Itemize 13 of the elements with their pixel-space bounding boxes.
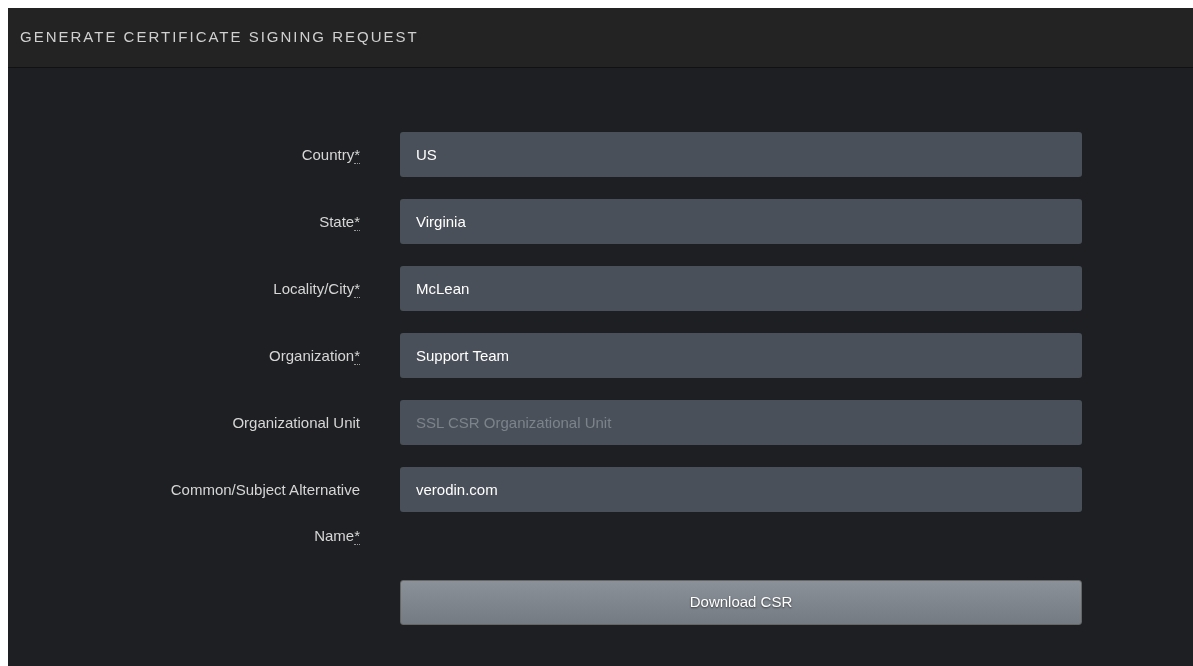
field-label: Common/Subject Alternative Name* [169,480,360,547]
field-label: Organization* [268,346,360,367]
field-label: Organizational Unit [231,413,360,433]
download-csr-button[interactable]: Download CSR [400,580,1082,625]
field-label: State* [318,212,360,233]
field-label: Locality/City* [272,279,360,300]
text-field[interactable]: US [400,132,1082,177]
text-field[interactable]: Virginia [400,199,1082,244]
panel-title: GENERATE CERTIFICATE SIGNING REQUEST [20,27,419,48]
field-label: Country* [300,145,360,166]
text-field[interactable]: verodin.com [400,467,1082,512]
text-field[interactable]: McLean [400,266,1082,311]
text-field[interactable]: Support Team [400,333,1082,378]
